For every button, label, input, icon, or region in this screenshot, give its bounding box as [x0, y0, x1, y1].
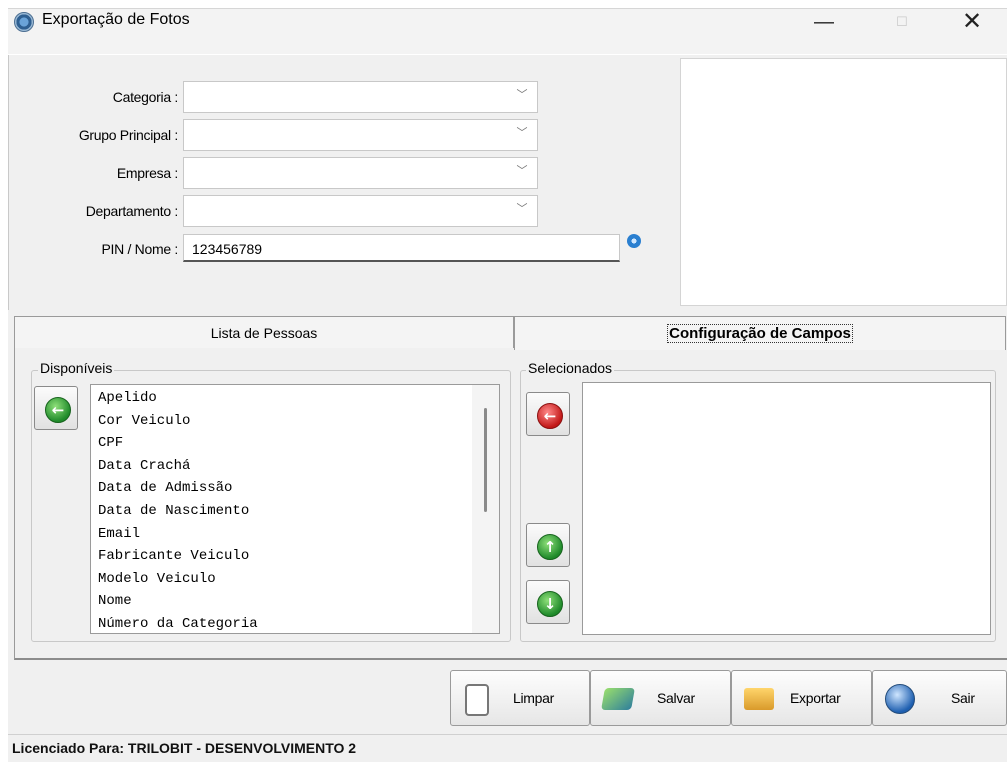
- categoria-select[interactable]: ﹀: [183, 81, 538, 113]
- blank-page-icon: [465, 684, 489, 716]
- list-item[interactable]: Modelo Veiculo: [98, 568, 499, 591]
- list-item[interactable]: Data Crachá: [98, 455, 499, 478]
- list-item[interactable]: Data de Admissão: [98, 477, 499, 500]
- chevron-down-icon: ﹀: [516, 203, 528, 215]
- list-item[interactable]: Fabricante Veiculo: [98, 545, 499, 568]
- list-item[interactable]: CPF: [98, 432, 499, 455]
- arrow-left-icon: ←: [45, 397, 71, 423]
- selecionados-list[interactable]: [582, 382, 991, 635]
- exportar-label: Exportar: [790, 690, 841, 706]
- list-item[interactable]: Nome: [98, 590, 499, 613]
- list-item[interactable]: Data de Nascimento: [98, 500, 499, 523]
- chevron-down-icon: ﹀: [516, 89, 528, 101]
- disponiveis-title: Disponíveis: [38, 360, 115, 376]
- move-up-button[interactable]: ↑: [526, 523, 570, 567]
- remove-field-button[interactable]: ←: [526, 392, 570, 436]
- grupo-principal-select[interactable]: ﹀: [183, 119, 538, 151]
- arrow-down-icon: ↓: [537, 591, 563, 617]
- folder-export-icon: [744, 688, 774, 710]
- limpar-button[interactable]: Limpar: [450, 670, 590, 726]
- tab-configuracao-de-campos[interactable]: Configuração de Campos: [514, 316, 1006, 350]
- close-button[interactable]: ✕: [950, 4, 994, 40]
- disponiveis-list[interactable]: Apelido Cor Veiculo CPF Data Crachá Data de …: [90, 384, 500, 634]
- arrow-left-icon: ←: [537, 403, 563, 429]
- add-field-button[interactable]: ←: [34, 386, 78, 430]
- pin-nome-input[interactable]: 123456789: [183, 234, 620, 262]
- selecionados-title: Selecionados: [526, 360, 615, 376]
- list-item[interactable]: Cor Veiculo: [98, 410, 499, 433]
- list-item[interactable]: Apelido: [98, 387, 499, 410]
- salvar-button[interactable]: Salvar: [590, 670, 731, 726]
- sair-button[interactable]: Sair: [872, 670, 1007, 726]
- list-item[interactable]: Número da Categoria: [98, 613, 499, 636]
- chevron-down-icon: ﹀: [516, 127, 528, 139]
- app-icon: [14, 12, 34, 32]
- scrollbar-thumb[interactable]: [484, 408, 487, 512]
- license-status: Licenciado Para: TRILOBIT - DESENVOLVIME…: [12, 740, 357, 756]
- empresa-select[interactable]: ﹀: [183, 157, 538, 189]
- empresa-label: Empresa :: [116, 165, 178, 181]
- grupo-principal-label: Grupo Principal :: [78, 127, 178, 143]
- save-icon: [601, 688, 635, 710]
- tab-configuracao-label: Configuração de Campos: [667, 324, 853, 343]
- move-down-button[interactable]: ↓: [526, 580, 570, 624]
- maximize-button[interactable]: ☐: [880, 4, 924, 40]
- salvar-label: Salvar: [657, 690, 695, 706]
- minimize-button[interactable]: —: [802, 4, 846, 40]
- list-item[interactable]: Email: [98, 523, 499, 546]
- limpar-label: Limpar: [513, 690, 554, 706]
- chevron-down-icon: ﹀: [516, 165, 528, 177]
- departamento-select[interactable]: ﹀: [183, 195, 538, 227]
- arrow-up-icon: ↑: [537, 534, 563, 560]
- tab-lista-de-pessoas[interactable]: Lista de Pessoas: [14, 316, 514, 348]
- pin-nome-label: PIN / Nome :: [101, 241, 178, 257]
- window-title: Exportação de Fotos: [42, 11, 190, 28]
- refresh-icon[interactable]: [627, 234, 641, 248]
- departamento-label: Departamento :: [85, 203, 179, 219]
- sair-label: Sair: [951, 690, 975, 706]
- photo-preview: [680, 58, 1007, 306]
- categoria-label: Categoria :: [112, 89, 178, 105]
- exportar-button[interactable]: Exportar: [731, 670, 872, 726]
- globe-exit-icon: [885, 684, 915, 714]
